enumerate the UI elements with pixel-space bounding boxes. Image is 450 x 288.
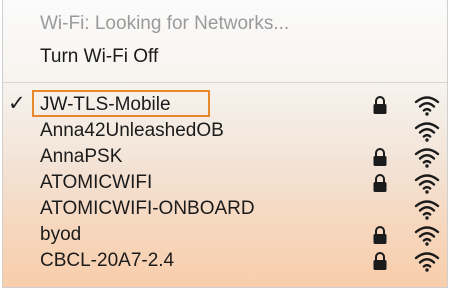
- lock-icon: [373, 252, 387, 270]
- wifi-signal-icon: [414, 174, 440, 194]
- lock-icon: [373, 96, 387, 114]
- menu-separator: [3, 82, 447, 83]
- network-name: ATOMICWIFI: [40, 172, 153, 193]
- network-name: JW-TLS-Mobile: [40, 94, 171, 115]
- turn-wifi-off-label: Turn Wi-Fi Off: [40, 46, 159, 67]
- screenshot-frame: Wi-Fi: Looking for Networks... Turn Wi-F…: [0, 0, 450, 288]
- wifi-status-label: Wi-Fi: Looking for Networks...: [40, 13, 290, 34]
- lock-icon: [373, 148, 387, 166]
- wifi-status-item: Wi-Fi: Looking for Networks...: [3, 8, 447, 40]
- network-name: ATOMICWIFI-ONBOARD: [40, 198, 255, 219]
- wifi-signal-icon: [414, 96, 440, 116]
- checkmark-icon: ✓: [8, 92, 26, 115]
- turn-wifi-off-item[interactable]: Turn Wi-Fi Off: [3, 41, 447, 73]
- network-name: Anna42UnleashedOB: [40, 120, 224, 141]
- network-name: byod: [40, 224, 82, 245]
- wifi-signal-icon: [414, 200, 440, 220]
- wifi-signal-icon: [414, 252, 440, 272]
- wifi-menu: Wi-Fi: Looking for Networks... Turn Wi-F…: [2, 0, 448, 288]
- wifi-signal-icon: [414, 226, 440, 246]
- wifi-signal-icon: [414, 122, 440, 142]
- network-name: AnnaPSK: [40, 146, 123, 167]
- network-item[interactable]: CBCL-20A7-2.4: [3, 245, 447, 277]
- lock-icon: [373, 226, 387, 244]
- wifi-signal-icon: [414, 148, 440, 168]
- network-name: CBCL-20A7-2.4: [40, 250, 175, 271]
- lock-icon: [373, 174, 387, 192]
